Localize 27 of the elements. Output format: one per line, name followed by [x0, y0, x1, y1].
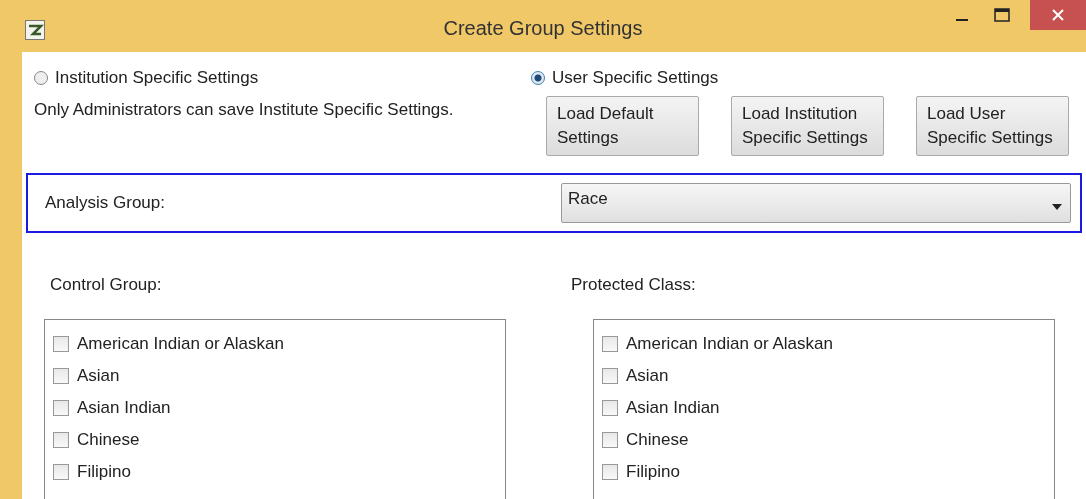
list-title: Protected Class: [571, 275, 697, 295]
close-button[interactable] [1030, 0, 1086, 30]
load-button[interactable]: Load Default Settings [546, 96, 699, 156]
checkbox-item[interactable]: American Indian or Alaskan [602, 328, 1054, 360]
window-title: Create Group Settings [442, 17, 644, 40]
note-text: Only Administrators can save Institute Specific Settings. [34, 99, 455, 121]
radio-option[interactable]: Institution Specific Settings [34, 68, 531, 88]
checkbox-item[interactable]: Chinese [53, 424, 505, 456]
checkbox-item[interactable]: Asian Indian [53, 392, 505, 424]
checkbox-item[interactable]: Chinese [602, 424, 1054, 456]
close-icon [1051, 8, 1065, 22]
load-button[interactable]: Load User Specific Settings [916, 96, 1069, 156]
checkbox-item[interactable]: Asian [602, 360, 1054, 392]
app-icon [25, 20, 45, 40]
maximize-icon [994, 8, 1010, 22]
minimize-icon [956, 19, 968, 21]
field-label: Analysis Group: [44, 193, 166, 213]
checkbox-item[interactable]: Asian [53, 360, 505, 392]
checkbox-item[interactable]: American Indian or Alaskan [53, 328, 505, 360]
checkbox-item[interactable]: Filipino [602, 456, 1054, 488]
radio-option[interactable]: User Specific Settings [531, 68, 1028, 88]
list-title: Control Group: [50, 275, 163, 295]
caret-icon [1052, 204, 1062, 210]
checkbox-item[interactable]: Asian Indian [602, 392, 1054, 424]
load-button[interactable]: Load Institution Specific Settings [731, 96, 884, 156]
analysis-group-dropdown[interactable]: Race [561, 183, 1071, 223]
checkbox-item[interactable]: Filipino [53, 456, 505, 488]
